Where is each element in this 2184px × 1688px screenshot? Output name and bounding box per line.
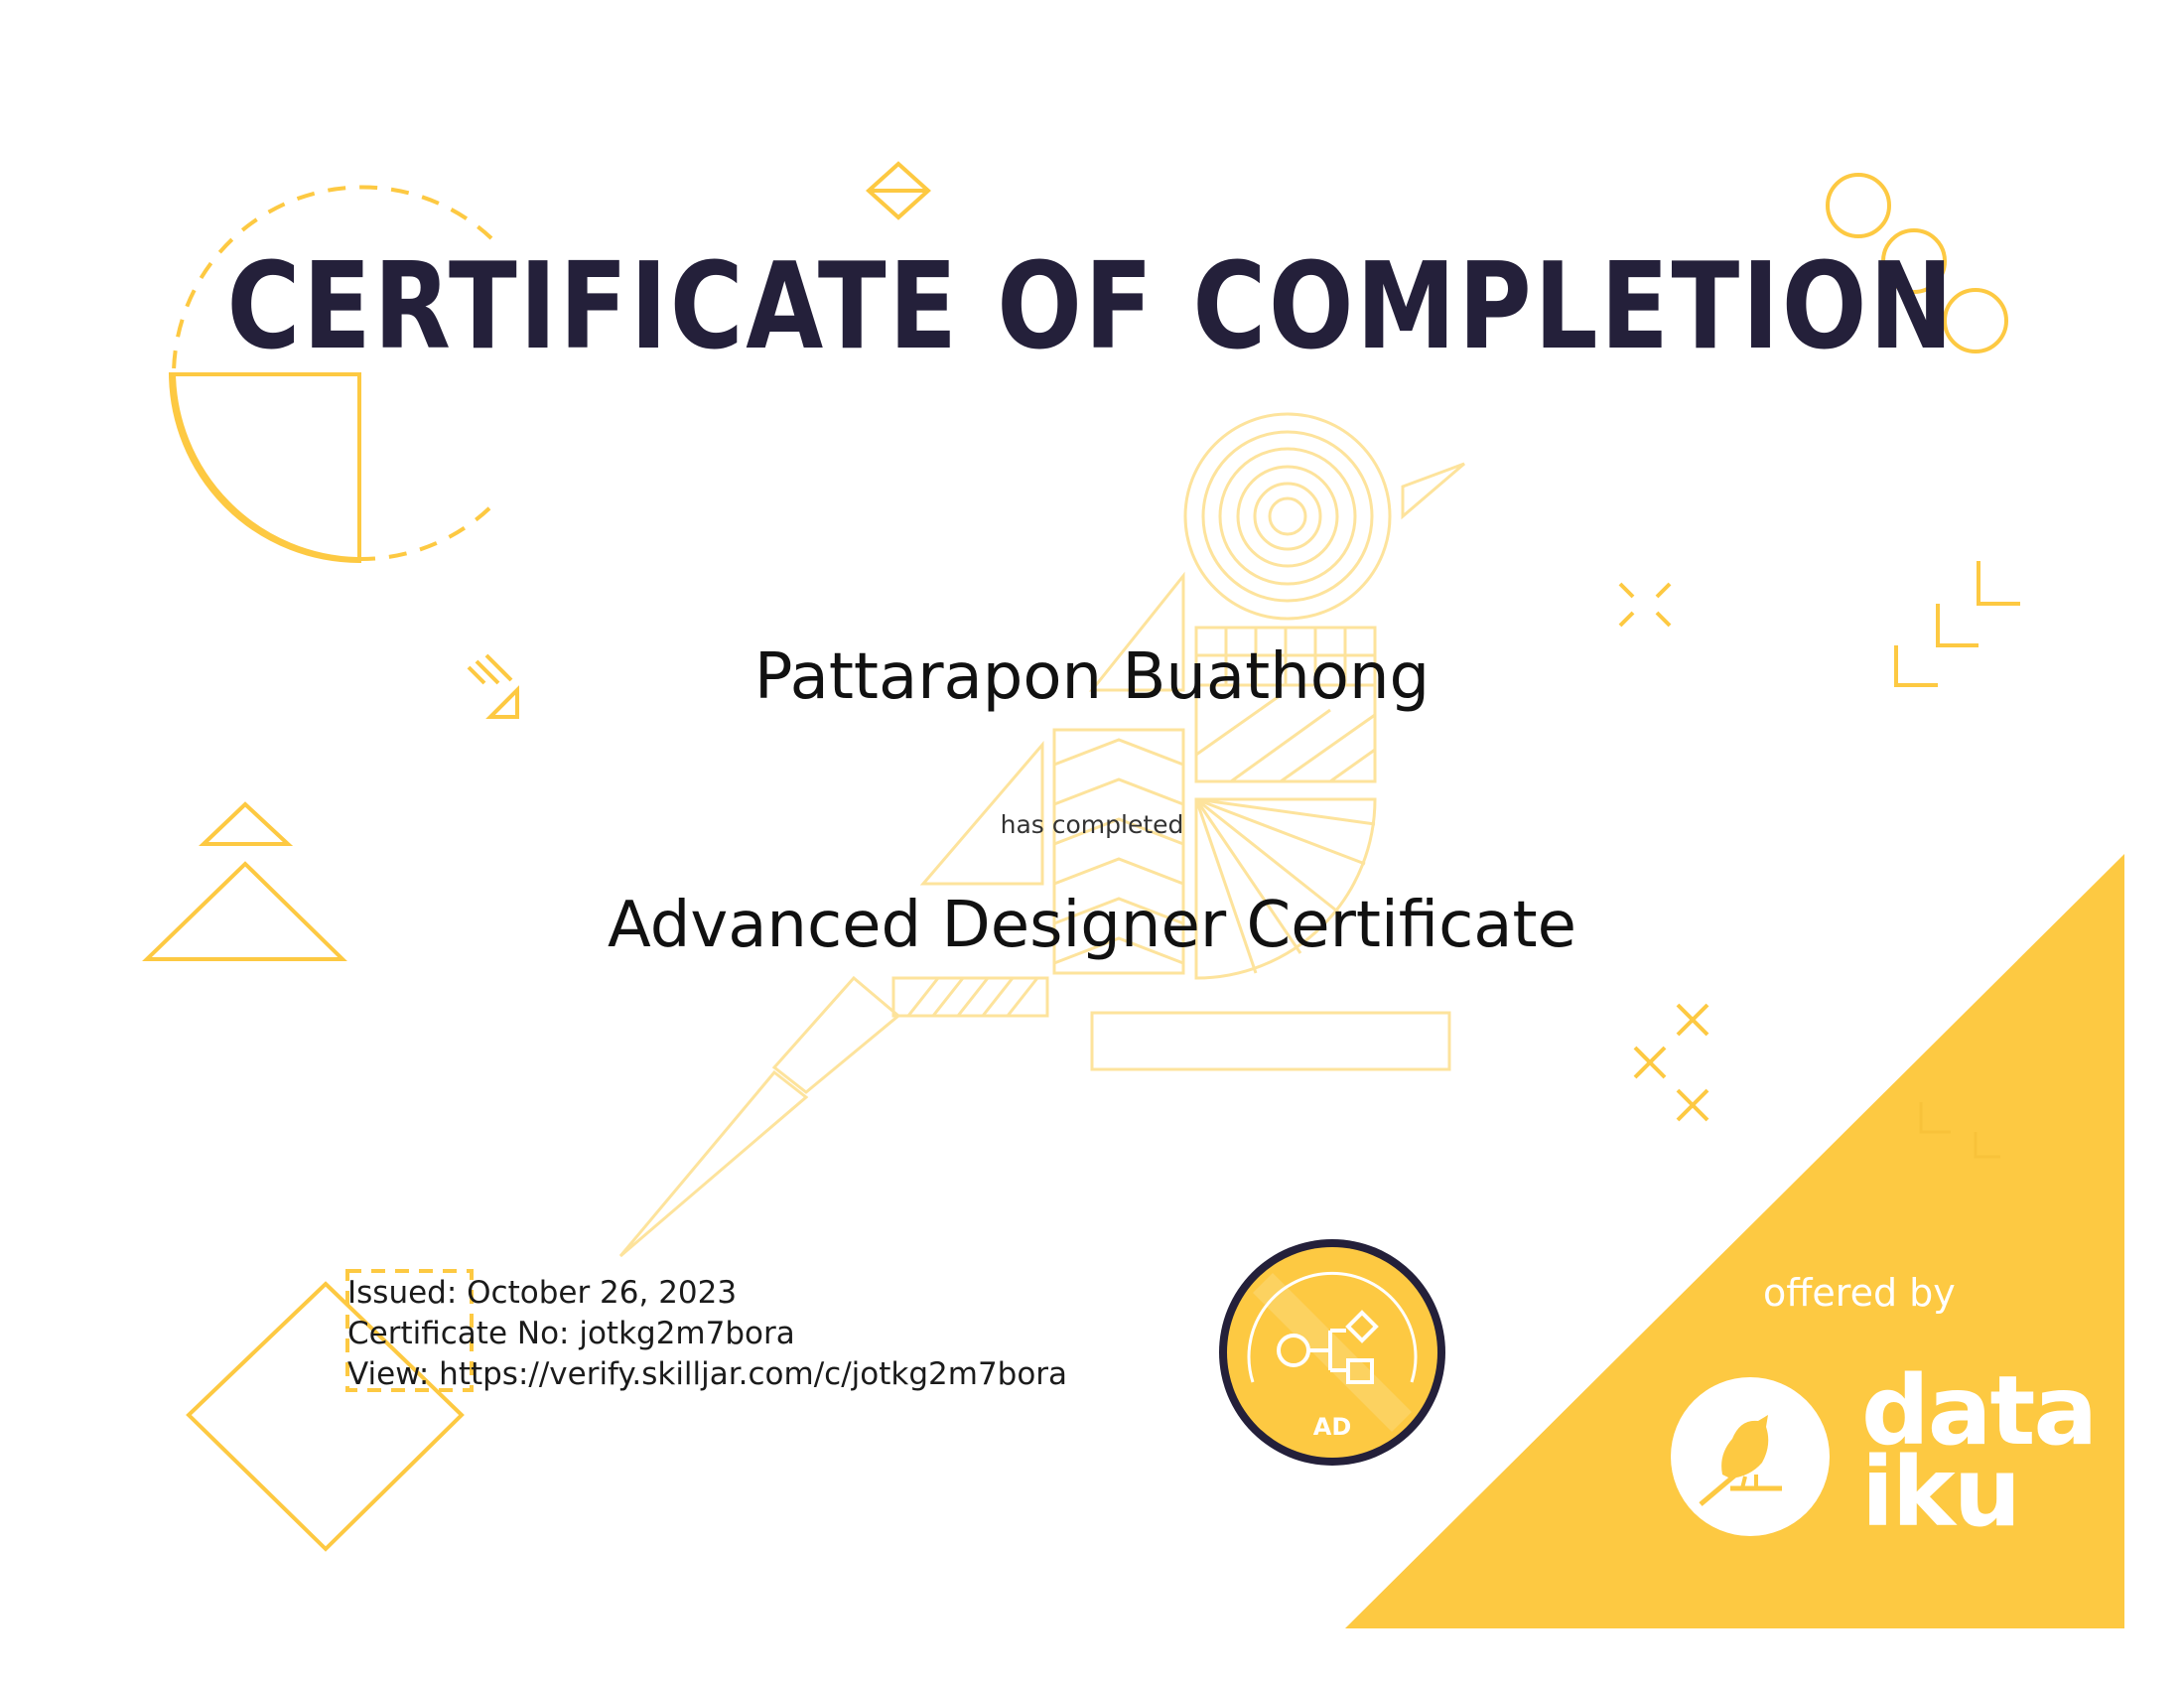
dataiku-wordmark: data iku [1861, 1363, 2098, 1540]
certificate-title: CERTIFICATE OF COMPLETION [226, 238, 1956, 376]
small-diamond [866, 161, 931, 220]
certificate-details: Issued: October 26, 2023 Certificate No:… [347, 1273, 1067, 1395]
verify-link[interactable]: View: https://verify.skilljar.com/c/jotk… [347, 1354, 1067, 1395]
badge-label: AD [1313, 1413, 1352, 1441]
offered-by-label: offered by [1763, 1271, 1956, 1315]
badge-icon: AD [1219, 1239, 1445, 1466]
issued-date: Issued: October 26, 2023 [347, 1275, 738, 1311]
bird-logo-icon [1699, 1415, 1782, 1506]
dataiku-logo-circle [1671, 1377, 1830, 1536]
recipient-name: Pattarapon Buathong [753, 640, 1431, 714]
has-completed-label: has completed [1000, 810, 1184, 839]
course-name: Advanced Designer Certificate [608, 889, 1576, 962]
certificate-number: Certificate No: jotkg2m7bora [347, 1316, 795, 1351]
